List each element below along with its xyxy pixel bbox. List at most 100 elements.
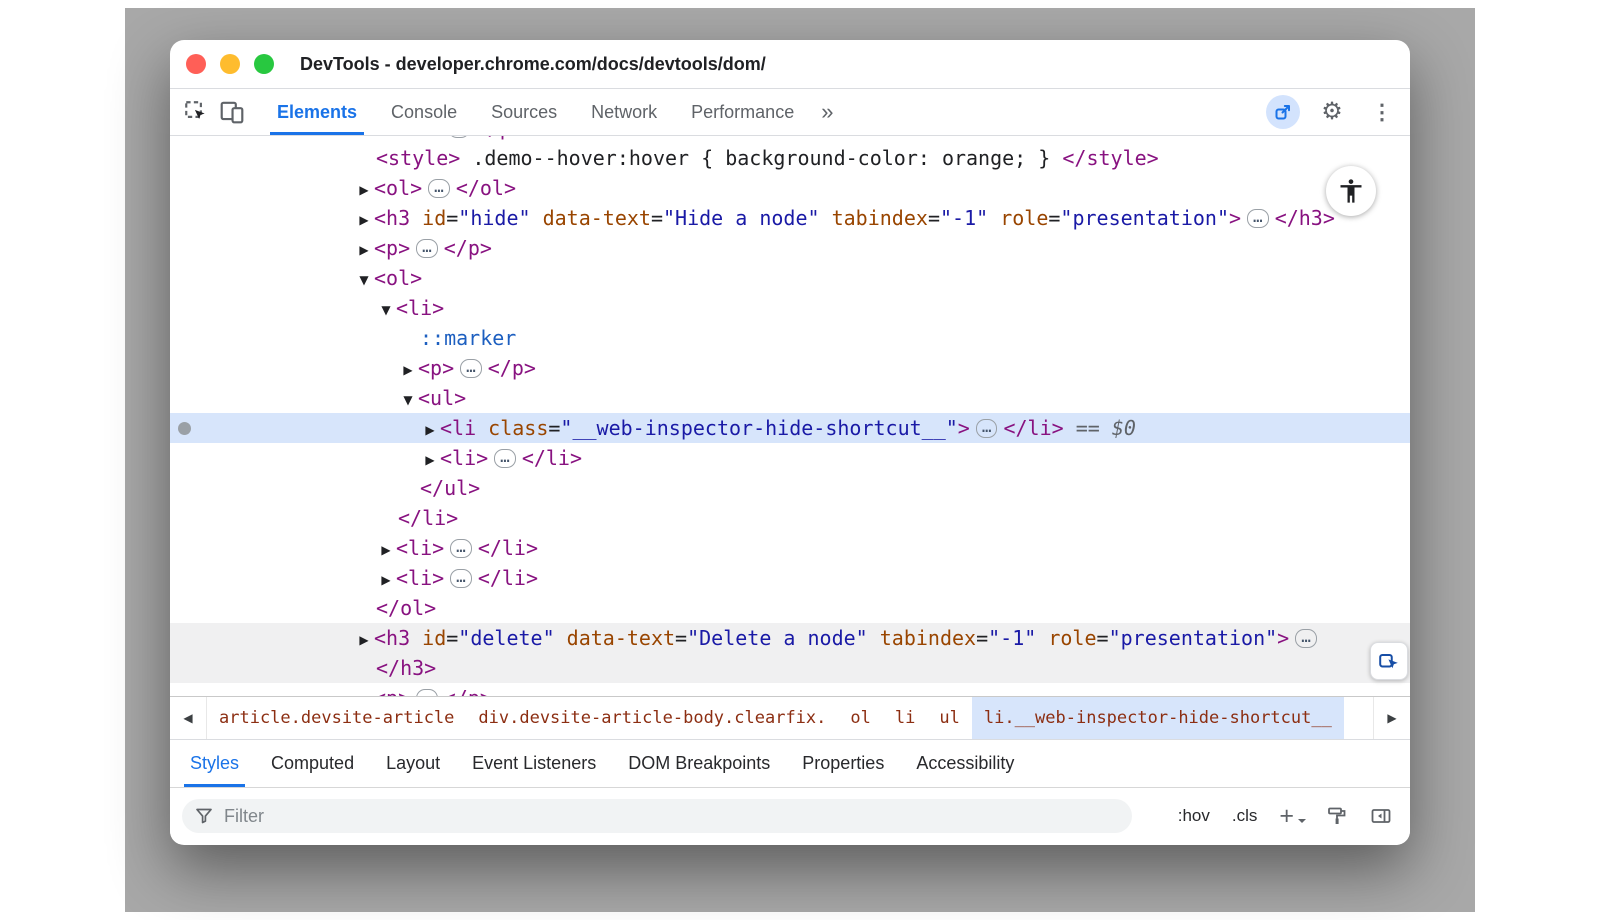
ellipsis-button[interactable]: … <box>450 539 472 558</box>
dom-row[interactable]: </ul> <box>170 473 1410 503</box>
dom-row[interactable]: ▶<p>…</p> <box>170 233 1410 263</box>
styles-tab-event-listeners[interactable]: Event Listeners <box>456 740 612 787</box>
expand-arrow-icon[interactable]: ▶ <box>354 175 374 205</box>
breadcrumb-scroll-right-button[interactable]: ▶ <box>1373 697 1410 739</box>
collapse-arrow-icon[interactable]: ▼ <box>398 385 418 415</box>
panel-tab-network[interactable]: Network <box>574 89 674 135</box>
feature-badge-button[interactable] <box>1266 95 1300 129</box>
styles-tab-styles[interactable]: Styles <box>174 740 255 787</box>
panel-tab-sources[interactable]: Sources <box>474 89 574 135</box>
ellipsis-button[interactable]: … <box>494 449 516 468</box>
tag-token: </li> <box>478 566 538 590</box>
tag-token: </li> <box>522 446 582 470</box>
expand-arrow-icon[interactable]: ▶ <box>420 415 440 445</box>
expand-arrow-icon[interactable]: ▶ <box>376 535 396 565</box>
collapse-arrow-icon[interactable]: ▼ <box>354 265 374 295</box>
sidebar-toggle-icon <box>1370 805 1392 827</box>
settings-button[interactable]: ⚙ <box>1314 100 1350 124</box>
dom-row[interactable]: </h3> <box>170 653 1410 683</box>
left-arrow-icon: ◀ <box>183 711 192 725</box>
panel-tab-performance[interactable]: Performance <box>674 89 811 135</box>
dom-row[interactable]: ▶<h3 id="delete" data-text="Delete a nod… <box>170 623 1410 653</box>
breadcrumb-item[interactable]: li <box>883 697 927 739</box>
dom-row[interactable]: ▶<p>…</p> <box>170 353 1410 383</box>
toggle-sidebar-button[interactable] <box>1370 805 1392 827</box>
dom-row[interactable]: ▼<ul> <box>170 383 1410 413</box>
dom-row[interactable]: …</p> <box>170 136 1410 143</box>
breadcrumb-scroll-left-button[interactable]: ◀ <box>170 697 207 739</box>
expand-arrow-icon[interactable]: ▶ <box>354 205 374 235</box>
breadcrumb-item[interactable]: article.devsite-article <box>207 697 466 739</box>
attr-name-token: class <box>476 416 548 440</box>
ellipsis-button[interactable]: … <box>1247 209 1269 228</box>
expand-arrow-icon[interactable]: ▶ <box>354 625 374 655</box>
dom-row[interactable]: ▶<li>…</li> <box>170 533 1410 563</box>
menu-button[interactable]: ⋮ <box>1364 102 1400 123</box>
ellipsis-button[interactable]: … <box>416 689 438 696</box>
pseudo-element-label: ::marker <box>420 326 516 350</box>
dom-row[interactable]: </ol> <box>170 593 1410 623</box>
expand-arrow-icon[interactable]: ▶ <box>354 685 374 697</box>
toggle-element-state-button[interactable]: :hov <box>1178 806 1210 826</box>
ellipsis-button[interactable]: … <box>428 179 450 198</box>
toolbar-right-controls: ⚙ ⋮ <box>1266 89 1400 135</box>
close-button[interactable] <box>186 54 206 74</box>
styles-tab-dom-breakpoints[interactable]: DOM Breakpoints <box>612 740 786 787</box>
styles-filter-input[interactable] <box>222 805 1120 828</box>
styles-tab-computed[interactable]: Computed <box>255 740 370 787</box>
inspect-element-button[interactable] <box>178 89 214 135</box>
ellipsis-button[interactable]: … <box>416 239 438 258</box>
ellipsis-button[interactable]: … <box>460 359 482 378</box>
zoom-button[interactable] <box>254 54 274 74</box>
dom-row[interactable]: ▶<ol>…</ol> <box>170 173 1410 203</box>
equals-token: = <box>446 626 458 650</box>
styles-tab-layout[interactable]: Layout <box>370 740 456 787</box>
tag-token: <h3 <box>374 626 410 650</box>
collapse-arrow-icon[interactable]: ▼ <box>376 295 396 325</box>
ellipsis-button[interactable]: … <box>448 136 470 138</box>
new-style-rule-button[interactable]: + <box>1279 804 1304 829</box>
dom-row[interactable]: ▼<ol> <box>170 263 1410 293</box>
expand-arrow-icon[interactable]: ▶ <box>420 445 440 475</box>
more-panels-button[interactable]: » <box>811 89 843 135</box>
breadcrumb-item[interactable]: ol <box>838 697 882 739</box>
pick-element-fab-button[interactable] <box>1370 642 1408 680</box>
attr-name-token: tabindex <box>868 626 976 650</box>
styles-tab-properties[interactable]: Properties <box>786 740 900 787</box>
filter-input-wrap[interactable] <box>182 799 1132 833</box>
dom-row[interactable]: ::marker <box>170 323 1410 353</box>
tag-token: <li> <box>396 566 444 590</box>
breadcrumb: ◀ article.devsite-articlediv.devsite-art… <box>170 696 1410 740</box>
dom-row[interactable]: </li> <box>170 503 1410 533</box>
window-titlebar[interactable]: DevTools - developer.chrome.com/docs/dev… <box>170 40 1410 89</box>
dom-row[interactable]: ▶<li> … </li> <box>170 443 1410 473</box>
element-classes-button[interactable]: .cls <box>1232 806 1258 826</box>
panel-tab-console[interactable]: Console <box>374 89 474 135</box>
styles-tab-accessibility[interactable]: Accessibility <box>900 740 1030 787</box>
panel-tab-elements[interactable]: Elements <box>260 89 374 135</box>
tag-token: <ul> <box>418 386 466 410</box>
attr-value-token: "Hide a node" <box>663 206 820 230</box>
rendering-emulations-button[interactable] <box>1326 805 1348 827</box>
breadcrumb-item[interactable]: div.devsite-article-body.clearfix. <box>466 697 838 739</box>
expand-arrow-icon[interactable]: ▶ <box>398 355 418 385</box>
ellipsis-button[interactable]: … <box>450 569 472 588</box>
tag-token: <li> <box>440 446 488 470</box>
dom-row[interactable]: <style> .demo--hover:hover { background-… <box>170 143 1410 173</box>
accessibility-fab-button[interactable] <box>1326 166 1376 216</box>
ellipsis-button[interactable]: … <box>976 419 998 438</box>
dom-row[interactable]: ▶<p>…</p> <box>170 683 1410 696</box>
dom-row[interactable]: ▶<li> … </li> <box>170 563 1410 593</box>
expand-arrow-icon[interactable]: ▶ <box>354 235 374 265</box>
breadcrumb-item[interactable]: ul <box>927 697 971 739</box>
expand-arrow-icon[interactable]: ▶ <box>376 565 396 595</box>
dom-row[interactable]: ▼<li> <box>170 293 1410 323</box>
tag-token: </ul> <box>420 476 480 500</box>
dom-row[interactable]: ▶<li class="__web-inspector-hide-shortcu… <box>170 413 1410 443</box>
breadcrumb-item[interactable]: li.__web-inspector-hide-shortcut__ <box>972 697 1344 739</box>
dom-row[interactable]: ▶<h3 id="hide" data-text="Hide a node" t… <box>170 203 1410 233</box>
device-toolbar-button[interactable] <box>214 89 250 135</box>
equals-token: = <box>1097 626 1109 650</box>
minimize-button[interactable] <box>220 54 240 74</box>
ellipsis-button[interactable]: … <box>1295 629 1317 648</box>
